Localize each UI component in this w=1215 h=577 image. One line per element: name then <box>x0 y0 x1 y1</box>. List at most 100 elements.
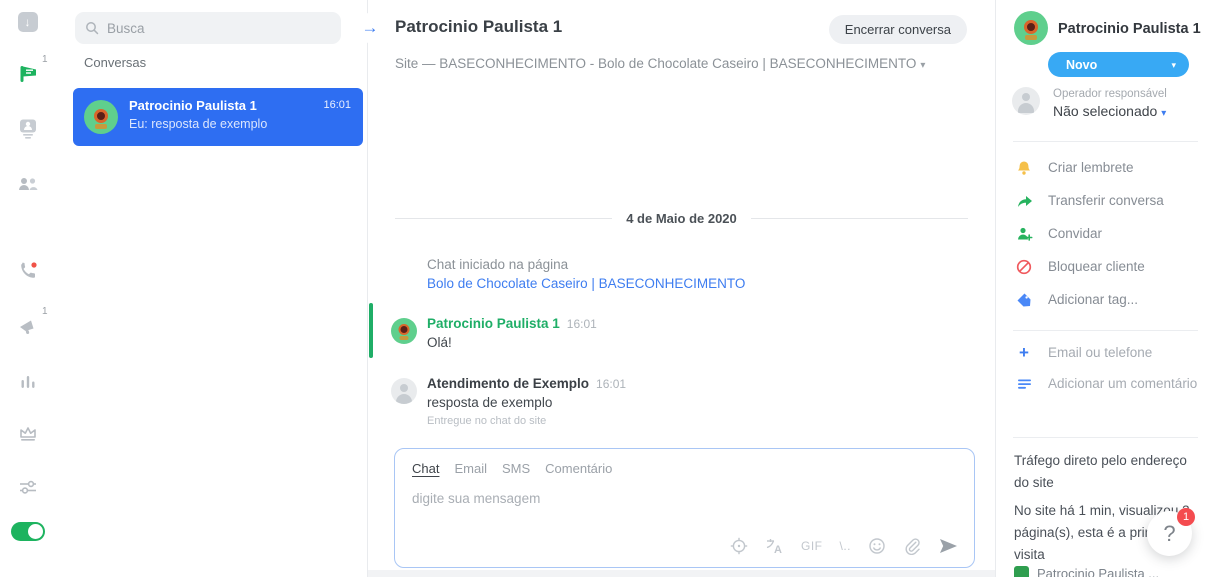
arrow-right-icon: → <box>361 18 379 37</box>
message-composer[interactable]: Chat Email SMS Comentário digite sua men… <box>394 448 975 568</box>
shortcuts-icon[interactable]: \.. <box>839 539 851 553</box>
comment-lines-icon <box>1015 375 1033 393</box>
operator-select[interactable]: Não selecionado ▾ <box>1053 103 1166 119</box>
tab-sms[interactable]: SMS <box>502 461 530 476</box>
search-input[interactable]: Busca <box>75 12 341 44</box>
action-add-tag[interactable]: Adicionar tag... <box>996 287 1215 317</box>
emoji-icon[interactable] <box>868 537 886 555</box>
message-author: Patrocinio Paulista 1 <box>427 316 560 331</box>
help-button[interactable]: ? 1 <box>1147 508 1195 556</box>
operator-label: Operador responsável <box>1053 88 1167 100</box>
contact-details-panel: Patrocinio Paulista 1 Novo ▾ Operador re… <box>995 0 1215 577</box>
system-message: Chat iniciado na página Bolo de Chocolat… <box>427 255 745 293</box>
add-email-or-phone[interactable]: + Email ou telefone <box>996 340 1215 370</box>
visitors-icon[interactable] <box>15 115 41 141</box>
message-time: 16:01 <box>596 377 627 391</box>
megaphone-badge: 1 <box>41 306 48 317</box>
inbox-icon[interactable]: ↓ <box>15 9 41 35</box>
megaphone-icon[interactable]: 1 <box>15 306 48 339</box>
operator-value: Não selecionado <box>1053 103 1158 119</box>
action-invite[interactable]: Convidar <box>996 221 1215 251</box>
visitor-avatar <box>391 318 417 344</box>
conversations-badge: 1 <box>41 54 48 65</box>
action-label: Adicionar tag... <box>1048 292 1139 307</box>
block-icon <box>1015 258 1033 276</box>
team-icon[interactable] <box>15 171 41 197</box>
app-window: ↓ 1 1 Busca Conversas Patrocinio Paulist… <box>0 0 1215 577</box>
operator-avatar <box>1012 87 1040 115</box>
message-input[interactable]: digite sua mensagem <box>412 491 540 506</box>
translate-icon[interactable]: A <box>765 537 784 555</box>
delivery-status: Entregue no chat do site <box>427 415 547 427</box>
online-status-toggle[interactable] <box>11 522 45 541</box>
chat-title: Patrocinio Paulista 1 <box>395 17 563 36</box>
agent-avatar <box>391 378 417 404</box>
tag-icon <box>1015 291 1033 309</box>
toggle-knob <box>28 524 43 539</box>
date-divider: 4 de Maio de 2020 <box>395 211 968 226</box>
traffic-info: Tráfego direto pelo endereço do site <box>1014 453 1187 490</box>
chat-column: → Patrocinio Paulista 1 Encerrar convers… <box>355 0 995 577</box>
action-label: Transferir conversa <box>1048 193 1164 208</box>
question-mark-icon: ? <box>1163 520 1176 546</box>
contact-avatar <box>1014 11 1048 45</box>
help-notification-badge: 1 <box>1177 508 1195 526</box>
system-message-text: Chat iniciado na página <box>427 257 569 272</box>
action-label: Convidar <box>1048 226 1103 241</box>
attachment-icon[interactable] <box>903 537 921 555</box>
phone-icon[interactable] <box>15 258 41 284</box>
action-label: Bloquear cliente <box>1048 259 1145 274</box>
message-text: resposta de exemplo <box>427 395 553 410</box>
message-author: Atendimento de Exemplo <box>427 376 590 391</box>
bell-icon <box>1015 159 1033 177</box>
icon-rail: ↓ 1 1 <box>0 0 55 577</box>
page-link[interactable]: Bolo de Chocolate Caseiro | BASECONHECIM… <box>427 276 745 291</box>
divider <box>1013 330 1198 331</box>
date-divider-label: 4 de Maio de 2020 <box>626 211 737 226</box>
active-message-indicator <box>369 303 373 358</box>
svg-text:A: A <box>774 544 782 555</box>
composer-tabs: Chat Email SMS Comentário <box>412 461 612 476</box>
add-comment-label: Adicionar um comentário <box>1048 376 1198 391</box>
divider <box>1013 437 1198 438</box>
crown-icon[interactable] <box>15 420 41 446</box>
visited-page-text: Patrocinio Paulista ... <box>1037 566 1160 577</box>
contact-avatar <box>84 100 118 134</box>
settings-icon[interactable] <box>15 474 41 500</box>
visited-page-row[interactable]: Patrocinio Paulista ... <box>1014 566 1159 577</box>
stats-icon[interactable] <box>15 369 41 395</box>
message-time: 16:01 <box>566 317 597 331</box>
gif-icon[interactable]: GIF <box>801 539 823 553</box>
conversation-time: 16:01 <box>323 99 351 111</box>
action-transfer-conversation[interactable]: Transferir conversa <box>996 188 1215 218</box>
chevron-down-icon: ▾ <box>1171 60 1176 70</box>
collapse-panel-button[interactable]: → <box>355 13 385 43</box>
search-placeholder: Busca <box>107 20 145 36</box>
invite-icon <box>1015 225 1033 243</box>
chat-source-dropdown[interactable]: Site — BASECONHECIMENTO - Bolo de Chocol… <box>395 56 925 71</box>
page-favicon <box>1014 566 1029 577</box>
contact-name: Patrocinio Paulista 1 <box>1058 21 1201 37</box>
tab-chat[interactable]: Chat <box>412 461 439 476</box>
tab-comment[interactable]: Comentário <box>545 461 612 476</box>
search-icon <box>86 22 99 35</box>
end-conversation-button[interactable]: Encerrar conversa <box>828 15 967 44</box>
chat-message-agent: Atendimento de Exemplo 16:01 resposta de … <box>391 376 626 427</box>
chevron-down-icon: ▾ <box>920 60 926 71</box>
status-label: Novo <box>1066 57 1098 72</box>
bottom-strip <box>368 570 995 577</box>
chat-source-text: Site — BASECONHECIMENTO - Bolo de Chocol… <box>395 56 917 71</box>
add-comment[interactable]: Adicionar um comentário <box>996 371 1215 401</box>
conversation-list-item[interactable]: Patrocinio Paulista 1 16:01 Eu: resposta… <box>73 88 363 146</box>
pointer-track-icon[interactable] <box>730 537 748 555</box>
end-conversation-label: Encerrar conversa <box>844 22 951 37</box>
status-dropdown[interactable]: Novo ▾ <box>1048 52 1189 77</box>
chat-message-visitor: Patrocinio Paulista 1 16:01 Olá! <box>391 316 597 350</box>
conversations-icon[interactable]: 1 <box>15 54 48 87</box>
transfer-icon <box>1015 192 1033 210</box>
message-text: Olá! <box>427 335 452 350</box>
action-create-reminder[interactable]: Criar lembrete <box>996 155 1215 185</box>
tab-email[interactable]: Email <box>454 461 487 476</box>
action-block-client[interactable]: Bloquear cliente <box>996 254 1215 284</box>
send-icon[interactable] <box>938 537 958 555</box>
